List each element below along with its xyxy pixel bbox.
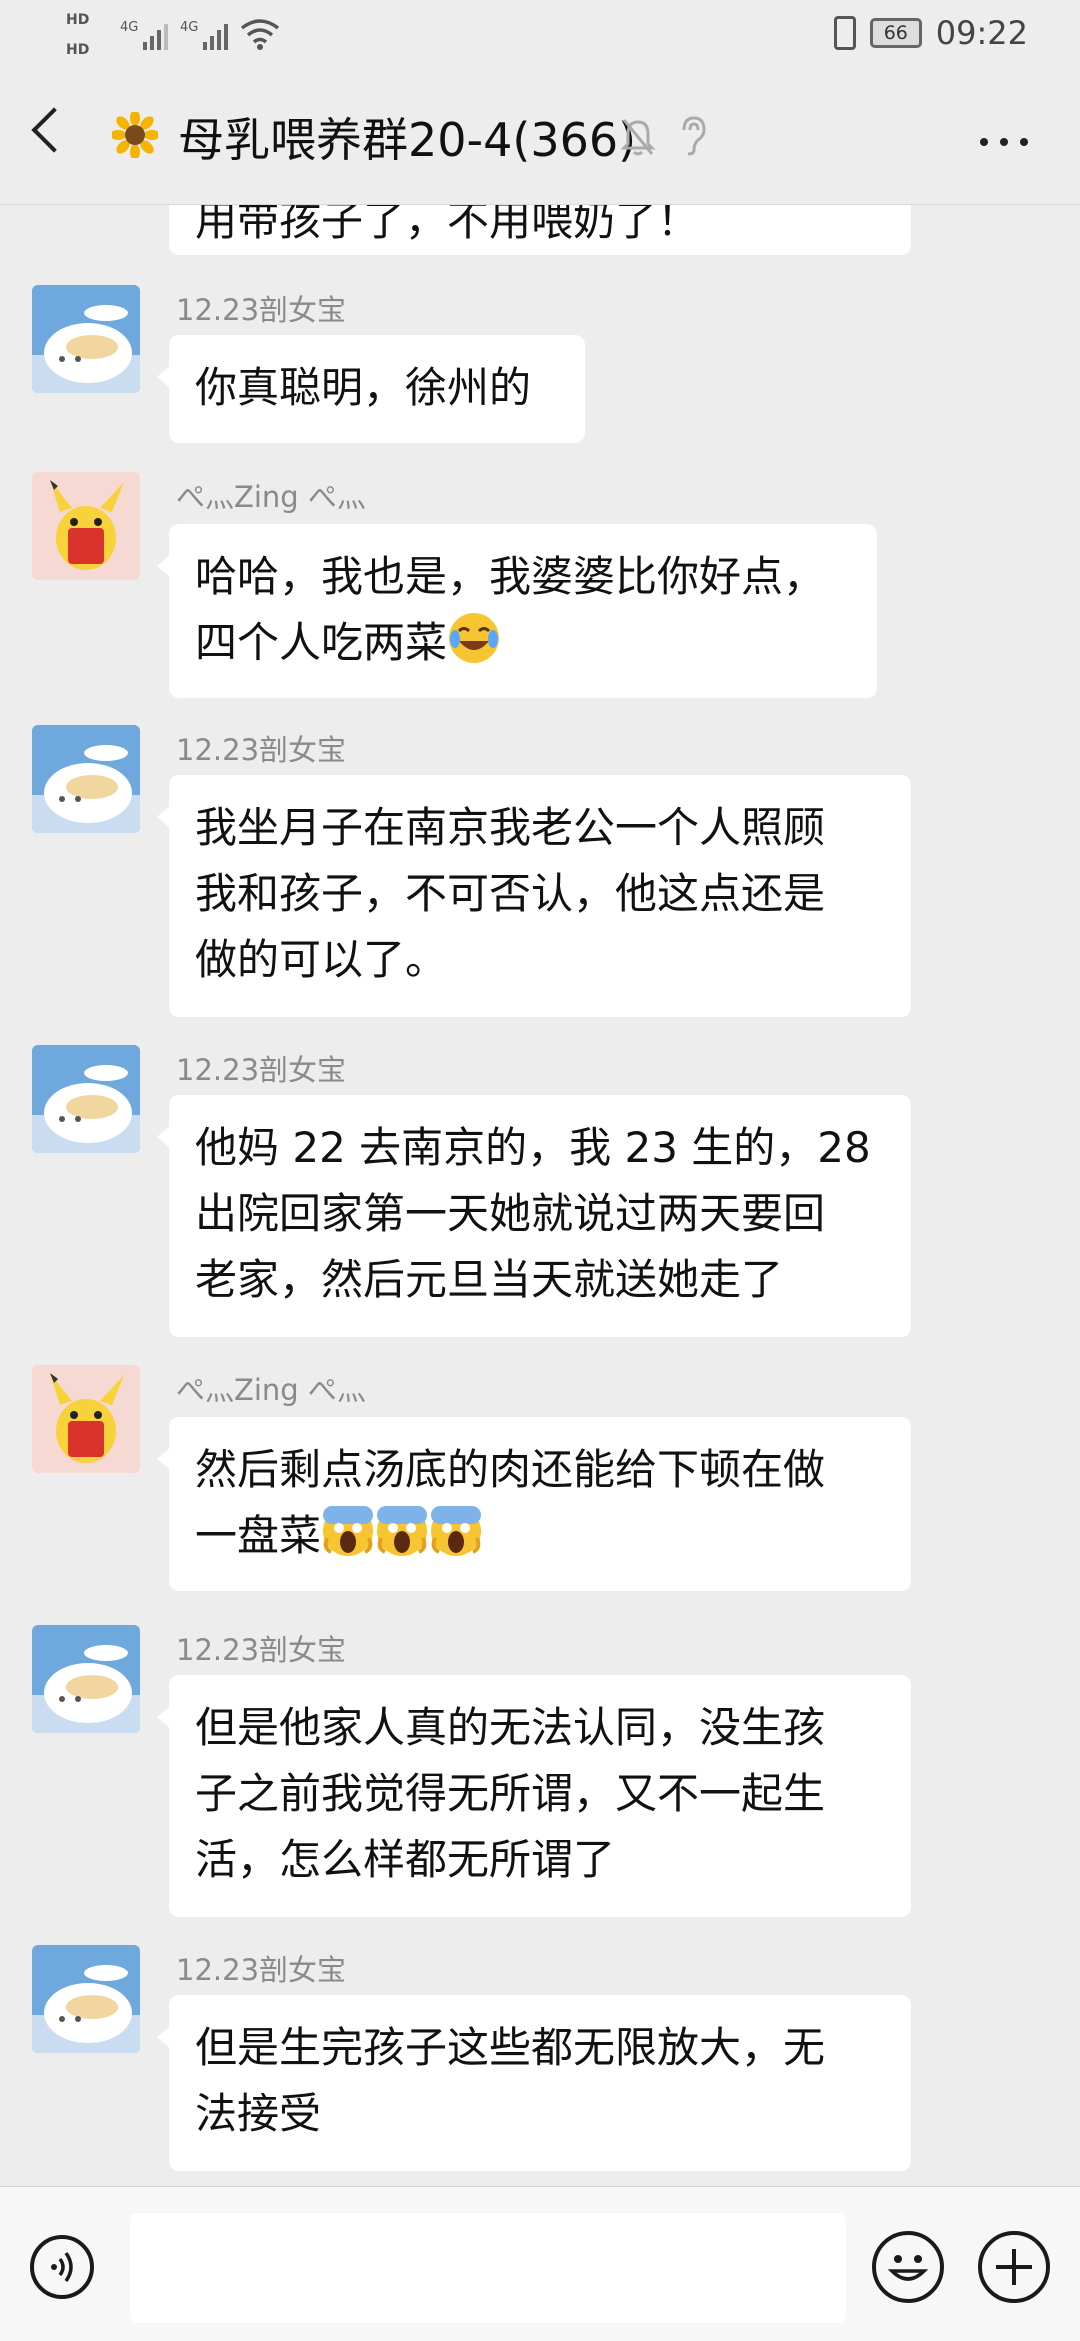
message-bubble[interactable]: 他妈 22 去南京的，我 23 生的，28 出院回家第一天她就说过两天要回 老家… <box>157 1095 911 1337</box>
battery-icon: 66 <box>869 18 922 48</box>
network-type-1: 4G <box>120 20 139 35</box>
sender-name: ぺ灬Zing ぺ灬 <box>176 480 366 514</box>
more-options-icon[interactable] <box>980 138 1028 146</box>
message-bubble[interactable]: 然后剩点汤底的肉还能给下顿在做 一盘菜 <box>157 1417 911 1591</box>
smiley-icon <box>887 2255 929 2281</box>
message-line: 然后剩点汤底的肉还能给下顿在做 <box>195 1445 826 1494</box>
message-line: 活，怎么样都无所谓了 <box>195 1835 616 1884</box>
message-line: 哈哈，我也是，我婆婆比你好点， <box>195 552 826 601</box>
chat-area[interactable]: 用带孩子了，不用喂奶了！ 12.23剖女宝 你真聪明，徐州的 ぺ灬Zing ぺ灬… <box>0 205 1080 2185</box>
message-line: 我和孩子，不可否认，他这点还是 <box>195 869 826 918</box>
message-line-with-emoji: 一盘菜 <box>195 1503 885 1569</box>
sunflower-icon <box>112 112 158 158</box>
hd-indicator-1: HD <box>66 12 90 28</box>
signal-2-icon: 4G <box>180 20 229 50</box>
message-line: 子之前我觉得无所谓，又不一起生 <box>195 1769 826 1818</box>
ear-receiver-icon <box>682 116 706 156</box>
message-line: 出院回家第一天她就说过两天要回 <box>195 1189 826 1238</box>
sender-name: 12.23剖女宝 <box>176 1633 347 1667</box>
scream-emoji-icon <box>431 1506 482 1556</box>
sender-name: 12.23剖女宝 <box>176 733 347 767</box>
message-line-with-emoji: 四个人吃两菜 <box>195 610 851 676</box>
avatar[interactable] <box>32 725 140 833</box>
hd-indicator-2: HD <box>66 42 90 58</box>
message-bubble-cropped: 用带孩子了，不用喂奶了！ <box>169 205 911 255</box>
message-line: 做的可以了。 <box>195 935 448 984</box>
emoji-button[interactable] <box>872 2231 944 2303</box>
input-bar <box>0 2186 1080 2341</box>
sender-name: 12.23剖女宝 <box>176 1953 347 1987</box>
wifi-icon <box>240 19 280 50</box>
sender-name: 12.23剖女宝 <box>176 1053 347 1087</box>
avatar[interactable] <box>32 285 140 393</box>
sender-name: ぺ灬Zing ぺ灬 <box>176 1373 366 1407</box>
message-line: 但是他家人真的无法认同，没生孩 <box>195 1703 826 1752</box>
sender-name: 12.23剖女宝 <box>176 293 347 327</box>
add-attachment-button[interactable] <box>978 2231 1050 2303</box>
clock: 09:22 <box>935 14 1028 52</box>
pikachu-avatar-icon <box>32 1365 140 1473</box>
network-type-2: 4G <box>180 20 199 35</box>
signal-1-icon: 4G <box>120 20 169 50</box>
voice-input-icon[interactable] <box>30 2235 94 2299</box>
group-title: 母乳喂养群20-4(366) <box>178 113 637 167</box>
message-bubble[interactable]: 你真聪明，徐州的 <box>157 335 585 443</box>
message-line: 一盘菜 <box>195 1511 322 1560</box>
cat-avatar-icon <box>32 1045 140 1153</box>
pikachu-avatar-icon <box>32 472 140 580</box>
cat-avatar-icon <box>32 285 140 393</box>
cat-avatar-icon <box>32 725 140 833</box>
scream-emoji-icon <box>377 1506 428 1556</box>
message-input[interactable] <box>130 2213 846 2323</box>
message-line: 老家，然后元旦当天就送她走了 <box>195 1255 784 1304</box>
message-line: 法接受 <box>195 2089 322 2138</box>
avatar[interactable] <box>32 1365 140 1473</box>
sound-wave-icon <box>51 2251 73 2283</box>
cat-avatar-icon <box>32 1625 140 1733</box>
message-bubble[interactable]: 我坐月子在南京我老公一个人照顾 我和孩子，不可否认，他这点还是 做的可以了。 <box>157 775 911 1017</box>
vibrate-icon <box>833 16 856 50</box>
message-line: 但是生完孩子这些都无限放大，无 <box>195 2023 826 2072</box>
message-line: 我坐月子在南京我老公一个人照顾 <box>195 803 826 852</box>
message-line: 你真聪明，徐州的 <box>195 363 532 412</box>
laugh-cry-emoji-icon <box>449 613 500 663</box>
mute-bell-icon <box>620 119 656 156</box>
avatar[interactable] <box>32 1945 140 2053</box>
message-bubble[interactable]: 但是他家人真的无法认同，没生孩 子之前我觉得无所谓，又不一起生 活，怎么样都无所… <box>157 1675 911 1917</box>
message-bubble[interactable]: 哈哈，我也是，我婆婆比你好点， 四个人吃两菜 <box>157 524 877 698</box>
message-text: 用带孩子了，不用喂奶了！ <box>195 205 700 245</box>
message-line: 他妈 22 去南京的，我 23 生的，28 <box>195 1123 871 1172</box>
status-right: 66 09:22 <box>833 14 1028 52</box>
avatar[interactable] <box>32 472 140 580</box>
avatar[interactable] <box>32 1625 140 1733</box>
cat-avatar-icon <box>32 1945 140 2053</box>
scream-emoji-icon <box>323 1506 374 1556</box>
status-bar: HD HD 4G 4G 66 09:22 <box>0 0 1080 70</box>
message-line: 四个人吃两菜 <box>195 618 448 667</box>
message-bubble[interactable]: 但是生完孩子这些都无限放大，无 法接受 <box>157 1995 911 2171</box>
chat-header: 母乳喂养群20-4(366) <box>0 70 1080 205</box>
back-arrow-icon[interactable] <box>31 107 77 153</box>
avatar[interactable] <box>32 1045 140 1153</box>
